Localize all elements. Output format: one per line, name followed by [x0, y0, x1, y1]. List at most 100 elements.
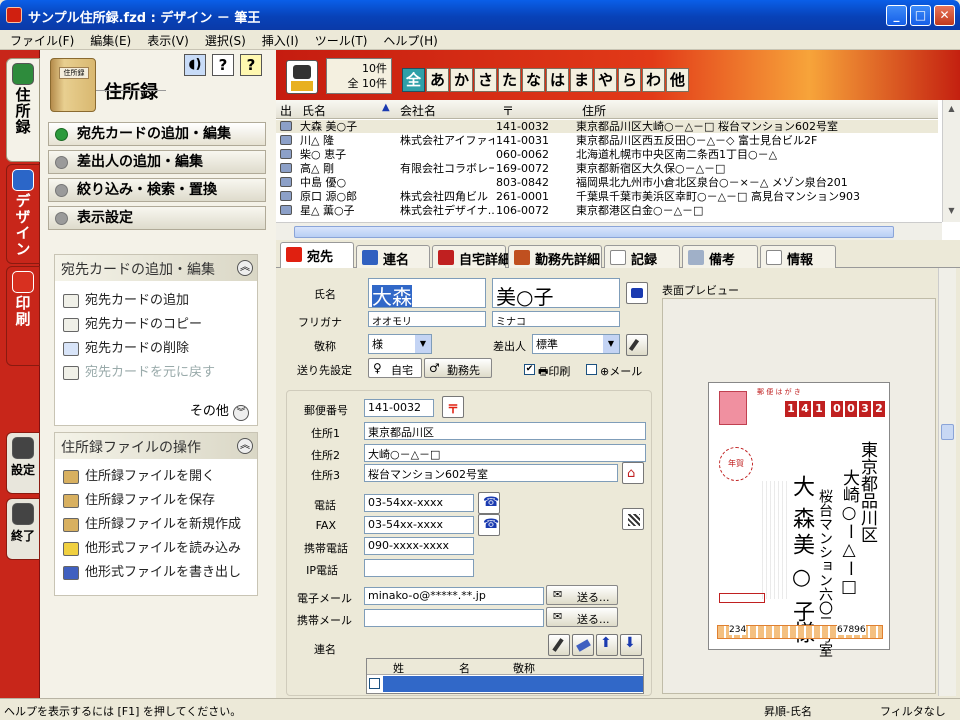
last-name-input[interactable]: 大森 — [368, 278, 486, 308]
table-row[interactable]: 星△ 薫○子 株式会社デザイナ... 106-0072 東京都港区白金○－△－□ — [276, 204, 938, 217]
send-mobile-mail-button[interactable]: ✉ 送る... — [546, 607, 618, 627]
nav-filter-search[interactable]: 絞り込み・検索・置換 — [48, 178, 266, 202]
more-button[interactable]: その他 ︾ — [190, 400, 249, 421]
kana-filter-ma[interactable]: ま — [570, 68, 593, 92]
address3-input[interactable]: 桜台マンション602号室 — [364, 464, 618, 482]
list-vertical-scrollbar[interactable]: ▲ ▼ — [942, 100, 960, 222]
kana-filter-ka[interactable]: か — [450, 68, 473, 92]
zip-lookup-icon[interactable]: 〒 — [442, 396, 464, 418]
task-save-file[interactable]: 住所録ファイルを保存 — [55, 489, 257, 513]
tab-home-details[interactable]: 自宅詳細 — [432, 245, 511, 269]
col-zip[interactable]: 〒 — [502, 102, 514, 119]
furigana-first-input[interactable]: ミナコ — [492, 311, 620, 327]
kana-filter-other[interactable]: 他 — [666, 68, 689, 92]
kana-filter-ra[interactable]: ら — [618, 68, 641, 92]
table-row[interactable]: 高△ 剛 有限会社コラボレー...169-0072 東京都新宿区大久保○－△－□ — [276, 162, 938, 175]
email-input[interactable]: minako-o@*****.**.jp — [364, 587, 544, 605]
edit-sender-icon[interactable] — [626, 334, 648, 356]
kana-filter-ta[interactable]: た — [498, 68, 521, 92]
tab-settings[interactable]: 設定 — [6, 432, 40, 494]
kana-filter-wa[interactable]: わ — [642, 68, 665, 92]
task-add-card[interactable]: 宛先カードの追加 — [55, 289, 257, 313]
eraser-icon[interactable] — [572, 634, 594, 656]
furigana-last-input[interactable]: オオモリ — [368, 311, 486, 327]
kana-filter-all[interactable]: 全 — [402, 68, 425, 92]
contact-card-icon[interactable] — [626, 282, 648, 304]
home-destination-button[interactable]: ♀ 自宅 — [368, 358, 422, 378]
mobile-mail-input[interactable] — [364, 609, 544, 627]
table-row[interactable]: 中島 優○ 803-0842 福岡県北九州市小倉北区泉台○－×－△ メゾン泉台201 — [276, 176, 938, 189]
menu-view[interactable]: 表示(V) — [137, 30, 195, 49]
close-button[interactable]: ✕ — [934, 5, 955, 26]
phone-icon[interactable]: ☎ — [478, 492, 500, 514]
work-destination-button[interactable]: ♂ 勤務先 — [424, 358, 492, 378]
kana-filter-ya[interactable]: や — [594, 68, 617, 92]
card-view-icon[interactable] — [286, 60, 318, 94]
table-row[interactable]: 川△ 隆 株式会社アイファイブ141-0031 東京都品川区西五反田○－△－◇ 富士… — [276, 134, 938, 147]
app-icon[interactable] — [6, 7, 22, 23]
quick-help-icon[interactable]: ? — [240, 54, 262, 76]
task-new-file[interactable]: 住所録ファイルを新規作成 — [55, 513, 257, 537]
tab-joint-names[interactable]: 連名 — [356, 245, 430, 269]
house-icon[interactable]: ⌂ — [622, 462, 644, 484]
qr-code-icon[interactable] — [622, 508, 644, 530]
menu-insert[interactable]: 挿入(I) — [252, 30, 305, 49]
menu-select[interactable]: 選択(S) — [195, 30, 252, 49]
maximize-button[interactable]: □ — [910, 5, 931, 26]
scroll-thumb[interactable] — [294, 226, 894, 238]
nav-display-settings[interactable]: 表示設定 — [48, 206, 266, 230]
kana-filter-a[interactable]: あ — [426, 68, 449, 92]
grid-row[interactable] — [383, 676, 643, 692]
nav-edit-sender[interactable]: 差出人の追加・編集 — [48, 150, 266, 174]
honorific-select[interactable]: 様 ▼ — [368, 334, 432, 354]
preview-scrollbar[interactable] — [938, 268, 956, 696]
tab-address-book[interactable]: 住所録 — [6, 58, 40, 162]
col-address[interactable]: 住所 — [582, 102, 606, 119]
kana-filter-ha[interactable]: は — [546, 68, 569, 92]
send-email-button[interactable]: ✉ 送る... — [546, 585, 618, 605]
tab-exit[interactable]: 終了 — [6, 498, 40, 560]
task-copy-card[interactable]: 宛先カードのコピー — [55, 313, 257, 337]
menu-file[interactable]: ファイル(F) — [0, 30, 80, 49]
menu-edit[interactable]: 編集(E) — [80, 30, 137, 49]
col-send[interactable]: 出 — [280, 102, 292, 119]
arrow-down-icon[interactable]: ⬇ — [620, 634, 642, 656]
phone-input[interactable]: 03-54xx-xxxx — [364, 494, 474, 512]
collapse-icon[interactable]: ︽ — [237, 260, 253, 276]
list-horizontal-scrollbar[interactable] — [276, 222, 942, 240]
kana-filter-sa[interactable]: さ — [474, 68, 497, 92]
help-icon[interactable]: ? — [212, 54, 234, 76]
fax-icon[interactable]: ☎ — [478, 514, 500, 536]
collapse-icon[interactable]: ︽ — [237, 438, 253, 454]
ip-phone-input[interactable] — [364, 559, 474, 577]
sound-icon[interactable]: ◖) — [184, 54, 206, 76]
grid-row-checkbox[interactable] — [369, 678, 380, 689]
col-company[interactable]: 会社名 — [400, 102, 436, 119]
tab-recipient[interactable]: 宛先 — [280, 242, 354, 269]
sender-select[interactable]: 標準 ▼ — [532, 334, 620, 354]
fax-input[interactable]: 03-54xx-xxxx — [364, 516, 474, 534]
arrow-up-icon[interactable]: ⬆ — [596, 634, 618, 656]
task-export-file[interactable]: 他形式ファイルを書き出し — [55, 561, 257, 585]
task-delete-card[interactable]: 宛先カードの削除 — [55, 337, 257, 361]
postcard-preview[interactable]: 郵 便 は が き 1410032 年賀 東京都品川区 大崎○ー△ー□ 桜台マン… — [708, 382, 890, 657]
kana-filter-na[interactable]: な — [522, 68, 545, 92]
table-row[interactable]: 柴○ 恵子 060-0062 北海道札幌市中央区南二条西1丁目○－△ — [276, 148, 938, 161]
print-checkbox[interactable]: ✔ — [524, 364, 535, 375]
tab-print[interactable]: 印刷 — [6, 266, 40, 366]
table-row[interactable]: 大森 美○子 141-0032 東京都品川区大崎○－△－□ 桜台マンション602号室 — [276, 120, 938, 133]
table-row[interactable]: 原口 源○郎 株式会社四角ビル 261-0001 千葉県千葉市美浜区幸町○－△－□ 高… — [276, 190, 938, 203]
tab-design[interactable]: デザイン — [6, 164, 40, 264]
tab-work-details[interactable]: 勤務先詳細 — [508, 245, 602, 269]
tab-info[interactable]: 情報 — [760, 245, 836, 269]
col-name[interactable]: 氏名 — [302, 102, 326, 119]
tab-history[interactable]: 記録 — [604, 245, 680, 269]
first-name-input[interactable]: 美○子 — [492, 278, 620, 308]
task-import-file[interactable]: 他形式ファイルを読み込み — [55, 537, 257, 561]
address2-input[interactable]: 大崎○－△－□ — [364, 444, 646, 462]
mail-checkbox[interactable] — [586, 364, 597, 375]
mobile-input[interactable]: 090-xxxx-xxxx — [364, 537, 474, 555]
menu-tools[interactable]: ツール(T) — [305, 30, 374, 49]
address1-input[interactable]: 東京都品川区 — [364, 422, 646, 440]
nav-edit-recipient[interactable]: 宛先カードの追加・編集 — [48, 122, 266, 146]
